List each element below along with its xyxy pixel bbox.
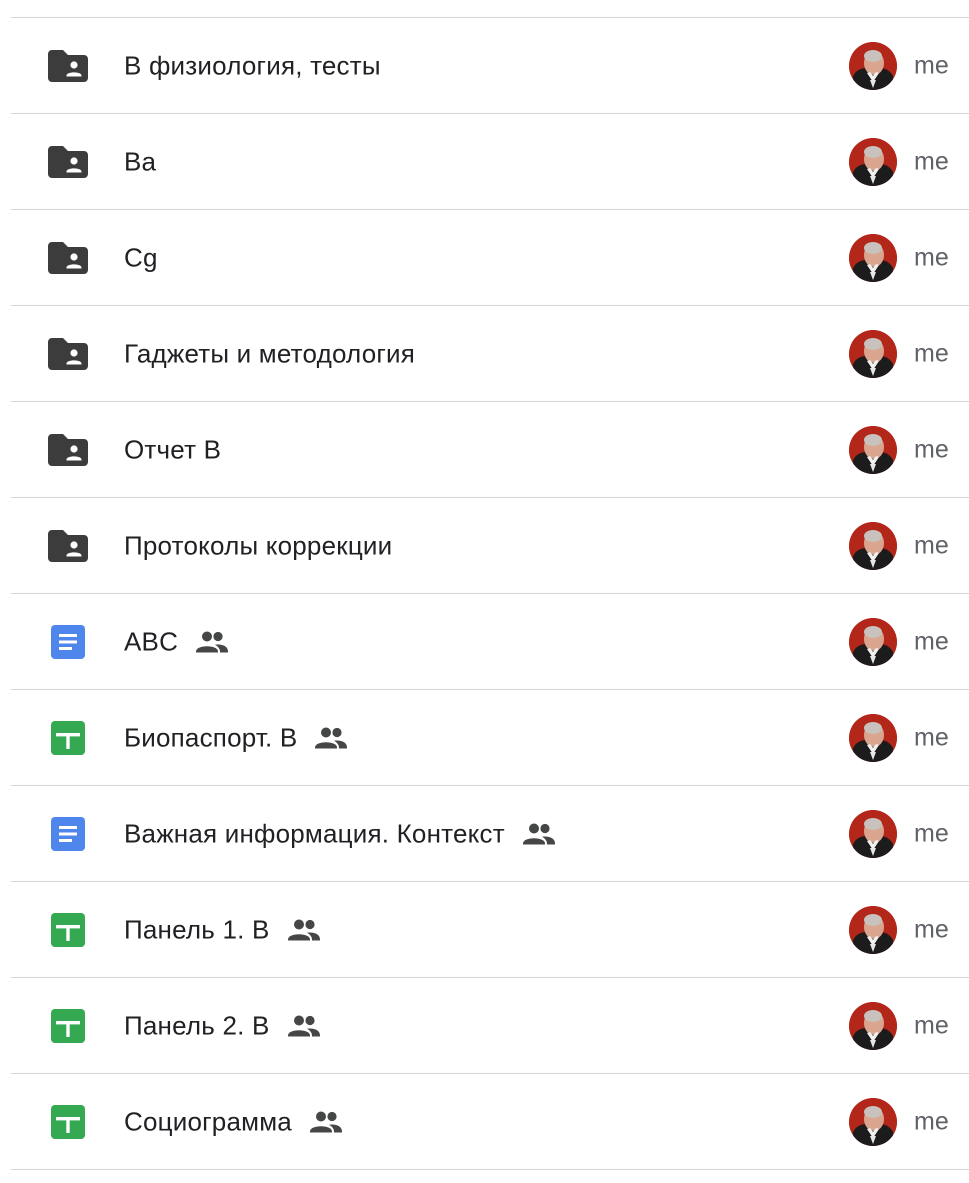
file-name[interactable]: Биопаспорт. В — [124, 722, 297, 753]
file-row[interactable]: Ba me — [11, 114, 969, 210]
shared-folder-icon — [47, 529, 89, 563]
owner-avatar[interactable] — [849, 617, 897, 666]
file-row[interactable]: Протоколы коррекции me — [11, 498, 969, 594]
file-row[interactable]: Панель 2. В me — [11, 978, 969, 1074]
google-docs-icon — [47, 624, 89, 659]
owner-avatar[interactable] — [849, 809, 897, 858]
owner-avatar[interactable] — [849, 329, 897, 378]
google-docs-icon — [47, 816, 89, 851]
owner-name: me — [914, 147, 949, 175]
file-name[interactable]: Важная информация. Контекст — [124, 818, 505, 849]
owner-name: me — [914, 1011, 949, 1039]
owner-avatar[interactable] — [849, 905, 897, 954]
file-name[interactable]: Социограмма — [124, 1106, 292, 1137]
people-icon — [287, 919, 320, 941]
google-sheets-icon — [47, 720, 89, 755]
people-icon — [287, 1015, 320, 1037]
shared-folder-icon — [47, 241, 89, 275]
file-name[interactable]: Панель 1. В — [124, 914, 270, 945]
owner-avatar[interactable] — [849, 233, 897, 282]
file-name[interactable]: ABC — [124, 626, 178, 657]
file-row[interactable]: Биопаспорт. В me — [11, 690, 969, 786]
file-list: В физиология, тесты me Ba me Cg me Гадже… — [11, 17, 969, 1170]
shared-folder-icon — [47, 433, 89, 467]
owner-name: me — [914, 531, 949, 559]
file-row[interactable]: Панель 1. В me — [11, 882, 969, 978]
owner-avatar[interactable] — [849, 1097, 897, 1146]
file-row[interactable]: В физиология, тесты me — [11, 18, 969, 114]
google-sheets-icon — [47, 1104, 89, 1139]
file-name[interactable]: Панель 2. В — [124, 1010, 270, 1041]
file-name[interactable]: Отчет В — [124, 434, 221, 465]
owner-name: me — [914, 51, 949, 79]
owner-avatar[interactable] — [849, 1001, 897, 1050]
file-row[interactable]: Важная информация. Контекст me — [11, 786, 969, 882]
owner-avatar[interactable] — [849, 521, 897, 570]
file-row[interactable]: Отчет В me — [11, 402, 969, 498]
file-row[interactable]: Социограмма me — [11, 1074, 969, 1170]
google-sheets-icon — [47, 912, 89, 947]
people-icon — [196, 631, 229, 653]
file-name[interactable]: В физиология, тесты — [124, 50, 381, 81]
owner-name: me — [914, 339, 949, 367]
file-row[interactable]: Cg me — [11, 210, 969, 306]
owner-name: me — [914, 1107, 949, 1135]
people-icon — [309, 1111, 342, 1133]
owner-name: me — [914, 915, 949, 943]
owner-name: me — [914, 723, 949, 751]
shared-folder-icon — [47, 337, 89, 371]
file-name[interactable]: Ba — [124, 146, 156, 177]
owner-avatar[interactable] — [849, 425, 897, 474]
owner-name: me — [914, 819, 949, 847]
owner-avatar[interactable] — [849, 137, 897, 186]
owner-name: me — [914, 243, 949, 271]
file-name[interactable]: Гаджеты и методология — [124, 338, 415, 369]
people-icon — [315, 727, 348, 749]
file-name[interactable]: Протоколы коррекции — [124, 530, 392, 561]
google-sheets-icon — [47, 1008, 89, 1043]
owner-avatar[interactable] — [849, 41, 897, 90]
shared-folder-icon — [47, 145, 89, 179]
file-name[interactable]: Cg — [124, 242, 158, 273]
people-icon — [522, 823, 555, 845]
file-row[interactable]: Гаджеты и методология me — [11, 306, 969, 402]
owner-avatar[interactable] — [849, 713, 897, 762]
owner-name: me — [914, 435, 949, 463]
owner-name: me — [914, 627, 949, 655]
file-row[interactable]: ABC me — [11, 594, 969, 690]
shared-folder-icon — [47, 49, 89, 83]
